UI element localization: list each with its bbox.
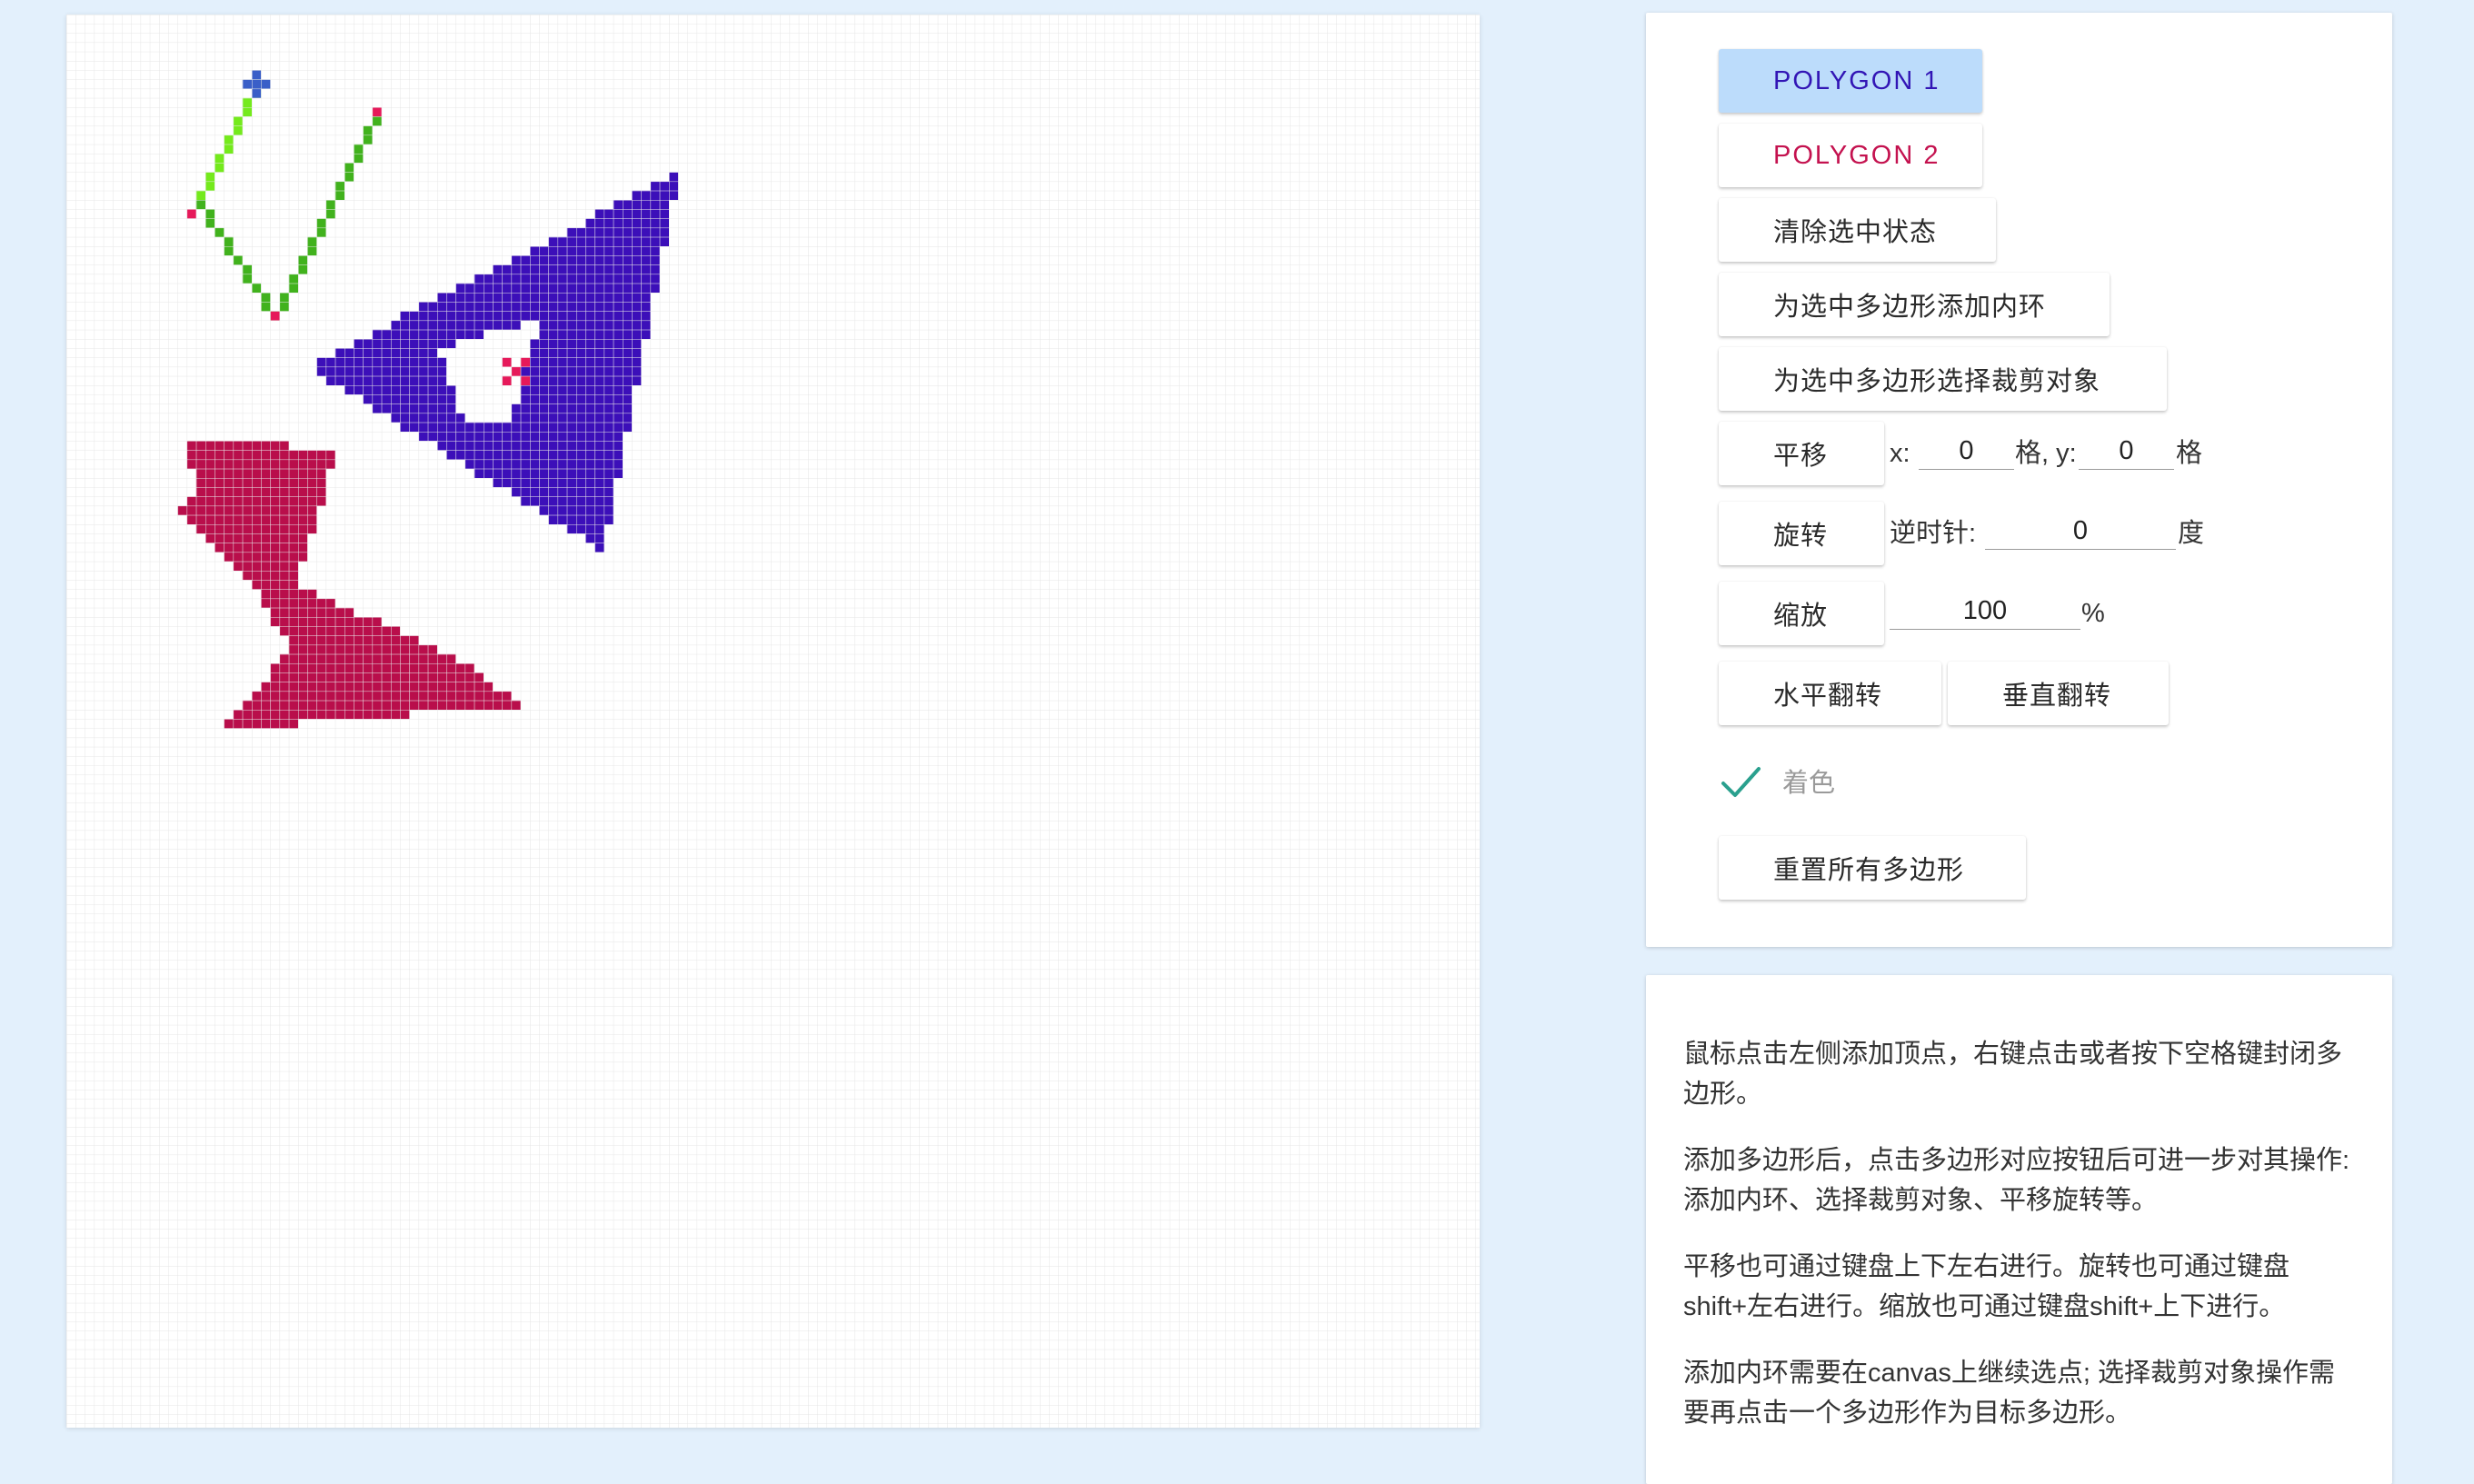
select-clip-target-button[interactable]: 为选中多边形选择裁剪对象 (1719, 347, 2167, 411)
help-paragraph: 添加多边形后，点击多边形对应按钮后可进一步对其操作: 添加内环、选择裁剪对象、平… (1683, 1146, 2350, 1215)
drawing-canvas[interactable] (66, 15, 1480, 1428)
add-inner-ring-button[interactable]: 为选中多边形添加内环 (1719, 273, 2110, 336)
check-icon (1721, 767, 1761, 797)
rotate-direction-label: 逆时针: (1890, 519, 1977, 548)
translate-button[interactable]: 平移 (1719, 422, 1884, 485)
rotate-button[interactable]: 旋转 (1719, 502, 1884, 565)
polygon-1-button[interactable]: POLYGON 1 (1719, 49, 1982, 113)
fill-toggle[interactable]: 着色 (1719, 763, 1900, 805)
help-paragraph: 添加内环需要在canvas上继续选点; 选择裁剪对象操作需要再点击一个多边形作为… (1683, 1359, 2336, 1428)
help-paragraph: 鼠标点击左侧添加顶点，右键点击或者按下空格键封闭多边形。 (1683, 1040, 2343, 1109)
help-paragraph: 平移也可通过键盘上下左右进行。旋转也可通过键盘shift+左右进行。缩放也可通过… (1683, 1252, 2290, 1321)
flip-vertical-button[interactable]: 垂直翻转 (1948, 662, 2169, 725)
help-panel: 鼠标点击左侧添加顶点，右键点击或者按下空格键封闭多边形。 添加多边形后，点击多边… (1646, 975, 2392, 1484)
grid-surface[interactable] (66, 15, 1480, 1428)
translate-x-unit: 格, y: (2015, 439, 2077, 468)
rotate-unit: 度 (2178, 519, 2205, 548)
control-panel: POLYGON 1 POLYGON 2 清除选中状态 为选中多边形添加内环 为选… (1646, 13, 2392, 947)
scale-button[interactable]: 缩放 (1719, 582, 1884, 645)
scale-unit: % (2081, 599, 2105, 628)
translate-y-input[interactable] (2079, 433, 2174, 470)
polygon-2-button[interactable]: POLYGON 2 (1719, 124, 1982, 187)
translate-y-unit: 格 (2176, 439, 2203, 468)
clear-selection-button[interactable]: 清除选中状态 (1719, 198, 1996, 262)
flip-horizontal-button[interactable]: 水平翻转 (1719, 662, 1941, 725)
rotate-angle-input[interactable] (1985, 513, 2176, 550)
translate-x-input[interactable] (1919, 433, 2014, 470)
grid-lines (66, 15, 1480, 1428)
reset-all-button[interactable]: 重置所有多边形 (1719, 836, 2026, 900)
fill-toggle-label: 着色 (1782, 769, 1836, 798)
scale-input[interactable] (1890, 593, 2080, 630)
translate-x-label: x: (1890, 439, 1910, 468)
